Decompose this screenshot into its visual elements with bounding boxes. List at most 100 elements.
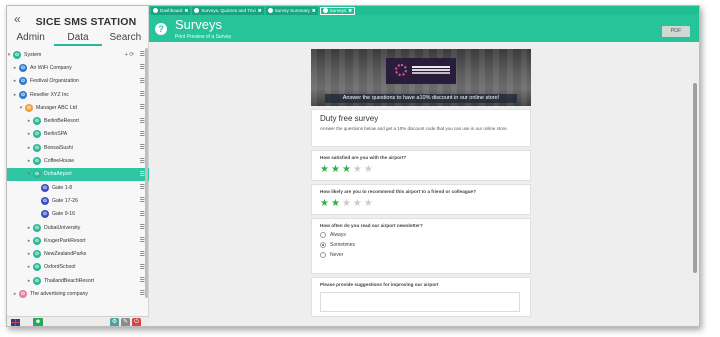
caret-right-icon[interactable]: ▸ — [26, 131, 32, 137]
node-icon: ⊙ — [33, 157, 41, 166]
user-icon[interactable]: ☻ — [33, 318, 43, 326]
star-icon[interactable]: ★ — [331, 165, 340, 175]
tree-item-label: Air WiFi Company — [30, 64, 72, 71]
tree-item[interactable]: ▸ ⊙ Reseller XYZ Inc ☰ — [7, 88, 149, 101]
tab-label: Surveys — [329, 8, 347, 13]
settings-icon[interactable]: ⚙ — [110, 318, 119, 326]
question-text: Please provide suggestions for improving… — [320, 282, 439, 287]
star-icon[interactable]: ★ — [342, 199, 351, 209]
tree-item[interactable]: ▸ ⊙ Festival Organization ☰ — [7, 75, 149, 88]
uk-flag-icon[interactable] — [11, 319, 20, 326]
tree-item[interactable]: ▸ ⊙ NewZealandParks ☰ — [7, 247, 149, 260]
radio-label: Never — [330, 252, 344, 258]
tree-item[interactable]: ▾ ⊙ DohaAirport ☰ — [7, 167, 149, 181]
radio-option[interactable]: Never — [320, 252, 522, 258]
caret-right-icon[interactable]: ▸ — [12, 92, 18, 98]
caret-down-icon[interactable]: ▾ — [26, 171, 32, 177]
caret-right-icon[interactable]: ▸ — [26, 238, 32, 244]
caret-right-icon[interactable]: ▸ — [26, 158, 32, 164]
caret-right-icon[interactable]: ▸ — [26, 264, 32, 270]
question-text: How often do you read our airport newsle… — [320, 223, 423, 228]
caret-right-icon[interactable]: ▸ — [12, 65, 18, 71]
content-scrollbar[interactable] — [693, 83, 697, 273]
tab-item[interactable]: Survey Summary ✖ — [265, 6, 318, 15]
tab-item[interactable]: Surveys ✖ — [319, 6, 356, 15]
tree-item[interactable]: ▸ ⊙ CoffeeHouse ☰ — [7, 154, 149, 167]
tree-item[interactable]: ▸ ⊙ BerlinSPA ☰ — [7, 128, 149, 141]
collapse-sidebar-icon[interactable]: « — [14, 12, 21, 26]
caret-right-icon[interactable]: ▸ — [26, 118, 32, 124]
star-icon[interactable]: ★ — [342, 165, 351, 175]
tab-admin[interactable]: Admin — [7, 32, 54, 46]
caret-right-icon[interactable]: ▸ — [12, 291, 18, 297]
content-area: Answer the questions to have a10% discou… — [149, 42, 699, 326]
star-icon[interactable]: ★ — [364, 165, 373, 175]
tree-item[interactable]: ▸ ⊙ BerlinBeResort ☰ — [7, 114, 149, 127]
power-icon[interactable]: ⏻ — [132, 318, 141, 326]
close-icon[interactable]: ✖ — [258, 8, 262, 14]
radio-option[interactable]: Sometimes — [320, 242, 522, 248]
banner-caption: Answer the questions to have a10% discou… — [325, 94, 517, 103]
star-icon[interactable]: ★ — [364, 199, 373, 209]
node-icon: ⊙ — [19, 289, 27, 298]
tree-item[interactable]: ▸ ⊙ KrugerParkResort ☰ — [7, 234, 149, 247]
radio-button[interactable] — [320, 252, 326, 258]
radio-option[interactable]: Always — [320, 232, 522, 238]
star-icon[interactable]: ★ — [320, 165, 329, 175]
tab-icon — [267, 8, 273, 13]
node-icon: ⊙ — [41, 210, 49, 219]
survey-intro-card: Duty free survey Answer the questions be… — [311, 109, 531, 147]
question-card-text: Please provide suggestions for improving… — [311, 277, 531, 317]
tab-item[interactable]: Surveys, Quizzes and Trivi ✖ — [192, 6, 264, 15]
close-icon[interactable]: ✖ — [348, 8, 352, 14]
node-icon: ⊙ — [41, 196, 49, 205]
tree-item[interactable]: ▾ ⊙ Manager ABC Ltd ☰ — [7, 101, 149, 114]
tree-item[interactable]: ▸ ⊙ ThailandBeachResort ☰ — [7, 274, 149, 287]
tree-item[interactable]: ⊙ Gate 1-8 ☰ — [7, 181, 149, 194]
tab-icon — [194, 8, 200, 13]
caret-down-icon[interactable]: ▾ — [7, 52, 12, 58]
tab-item[interactable]: Dashboard ✖ — [151, 6, 191, 15]
tree-item[interactable]: ⊙ Gate 17-26 ☰ — [7, 194, 149, 207]
caret-right-icon[interactable]: ▸ — [26, 278, 32, 284]
edit-icon[interactable]: ✎ — [121, 318, 130, 326]
node-icon: ⊙ — [33, 263, 41, 272]
tree-item[interactable]: ▸ ⊙ DubaiUniversity ☰ — [7, 221, 149, 234]
tree-item[interactable]: ⊙ Gate 9-16 ☰ — [7, 208, 149, 221]
tab-data[interactable]: Data — [54, 32, 102, 46]
sidebar-scrollbar[interactable] — [145, 48, 148, 298]
tree-item[interactable]: ▸ ⊙ Air WiFi Company ☰ — [7, 61, 149, 74]
tree-item[interactable]: ▸ ⊙ BonsaiSushi ☰ — [7, 141, 149, 154]
tree-view: ▾ ⊙ System + ⟳ ☰ ▸ ⊙ Air WiFi Company ☰ ▸ ⊙ Festiva… — [7, 48, 149, 301]
node-icon: ⊙ — [33, 170, 41, 179]
caret-right-icon[interactable]: ▸ — [26, 251, 32, 257]
tree-item[interactable]: ▸ ⊙ OxfordSchool ☰ — [7, 261, 149, 274]
help-icon[interactable]: ? — [155, 23, 167, 35]
close-icon[interactable]: ✖ — [312, 8, 316, 14]
radio-button[interactable] — [320, 232, 326, 238]
close-icon[interactable]: ✖ — [184, 8, 188, 14]
star-rating[interactable]: ★ ★ ★ ★ ★ — [320, 165, 522, 175]
suggestion-textarea[interactable] — [320, 292, 520, 312]
page-header: ? Surveys Print Preview of a Survey PDF — [149, 15, 699, 42]
caret-right-icon[interactable]: ▸ — [12, 78, 18, 84]
tree-item-label: OxfordSchool — [44, 264, 76, 271]
survey-preview: Answer the questions to have a10% discou… — [311, 49, 531, 326]
star-icon[interactable]: ★ — [353, 199, 362, 209]
star-icon[interactable]: ★ — [331, 199, 340, 209]
caret-right-icon[interactable]: ▸ — [26, 145, 32, 151]
star-rating[interactable]: ★ ★ ★ ★ ★ — [320, 199, 522, 209]
add-refresh-icons[interactable]: + ⟳ — [125, 52, 134, 58]
tab-search[interactable]: Search — [102, 32, 149, 46]
survey-description: Answer the questions below and get a 10%… — [320, 126, 508, 131]
radio-button[interactable] — [320, 242, 326, 248]
tree-item[interactable]: ▾ ⊙ System + ⟳ ☰ — [7, 48, 149, 61]
caret-down-icon[interactable]: ▾ — [18, 105, 24, 111]
caret-right-icon[interactable]: ▸ — [26, 225, 32, 231]
tree-item-label: DohaAirport — [44, 171, 72, 178]
pdf-button[interactable]: PDF — [662, 26, 690, 37]
tree-item[interactable]: ▸ ⊙ The advertising company ☰ — [7, 287, 149, 300]
question-card-rating: How satisfied are you with the airport? ★… — [311, 150, 531, 181]
star-icon[interactable]: ★ — [353, 165, 362, 175]
star-icon[interactable]: ★ — [320, 199, 329, 209]
